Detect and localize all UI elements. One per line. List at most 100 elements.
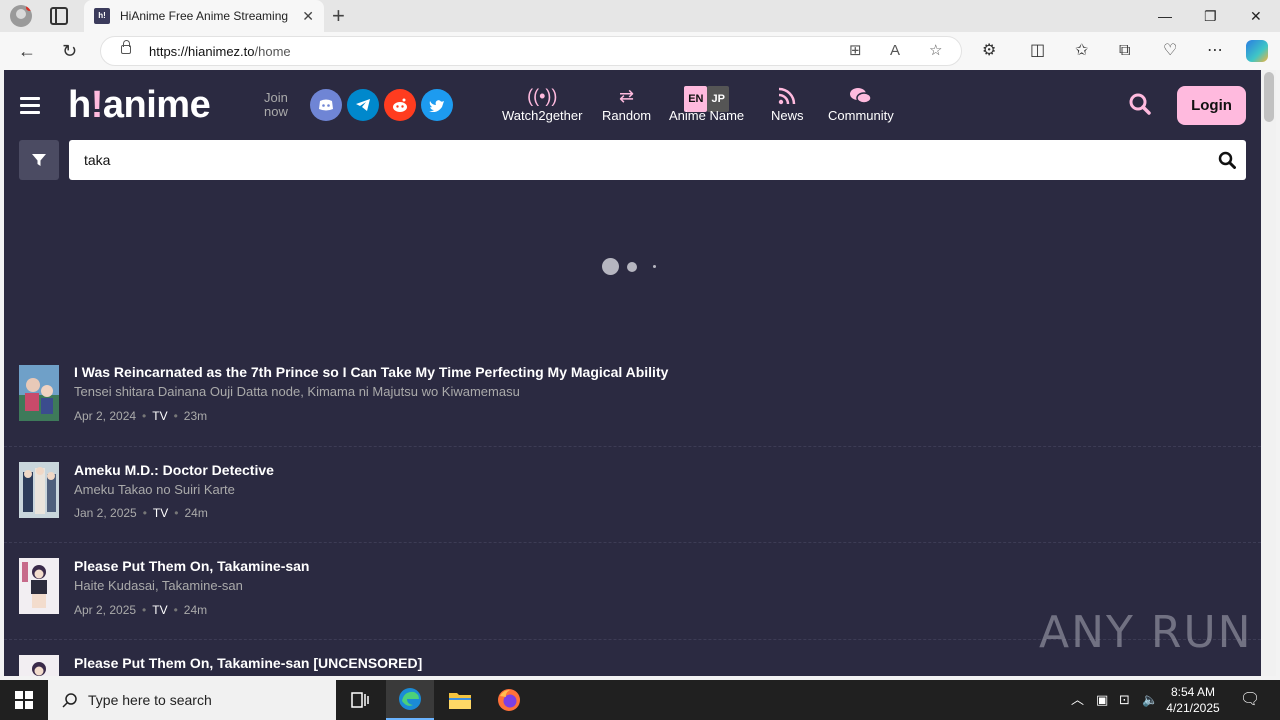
url-host: https://hianimez.to [149, 44, 255, 59]
search-submit-icon[interactable] [1218, 151, 1236, 174]
windows-taskbar: Type here to search ︿ ▣ ⊡ 🔈 8:54 AM 4/21… [0, 680, 1280, 720]
reddit-icon[interactable] [384, 89, 416, 121]
twitter-icon[interactable] [421, 89, 453, 121]
result-title[interactable]: Ameku M.D.: Doctor Detective [74, 462, 274, 478]
notification-center-icon[interactable]: 🗨 [1240, 691, 1260, 709]
back-icon[interactable]: ← [18, 41, 36, 61]
result-duration: 24m [183, 603, 208, 617]
file-explorer-icon[interactable] [436, 680, 484, 720]
nav-random-label: Random [602, 108, 652, 123]
tab-favicon-icon: h! [94, 8, 110, 24]
result-date: Apr 2, 2024 [74, 409, 137, 423]
result-meta: Apr 2, 2025 • TV • 24m [74, 603, 208, 617]
browser-toolbar: ← ↻ https://hianimez.to/home ⊞ A ☆ ⚙ ◫ ✩… [0, 32, 1280, 70]
filter-icon [32, 154, 46, 166]
tab-actions-icon[interactable] [50, 7, 68, 25]
search-result-item[interactable]: Ameku M.D.: Doctor Detective Ameku Takao… [4, 447, 1261, 543]
extensions-icon[interactable]: ⚙ [982, 41, 996, 61]
result-poster[interactable] [19, 655, 59, 676]
filter-button[interactable] [19, 140, 59, 180]
result-type: TV [152, 603, 168, 617]
task-view-icon[interactable] [336, 680, 384, 720]
search-input-value[interactable]: taka [84, 152, 110, 168]
nav-anime-name-toggle[interactable]: EN JP Anime Name [669, 84, 744, 123]
notification-dot [26, 5, 32, 11]
address-bar[interactable]: https://hianimez.to/home ⊞ A ☆ [100, 36, 962, 66]
volume-icon[interactable]: 🔈 [1142, 691, 1158, 709]
rss-icon [771, 84, 804, 108]
lock-icon[interactable] [121, 40, 131, 54]
tray-chevron-icon[interactable]: ︿ [1071, 691, 1084, 709]
profile-avatar[interactable] [10, 5, 32, 27]
copilot-icon[interactable] [1246, 40, 1268, 62]
url-text: https://hianimez.to/home [149, 44, 291, 59]
result-meta: Jan 2, 2025 • TV • 24m [74, 506, 208, 520]
telegram-icon[interactable] [347, 89, 379, 121]
browser-tab-active[interactable]: h! HiAnime Free Anime Streaming H ✕ [84, 0, 324, 32]
result-type: TV [152, 409, 168, 423]
result-alt-title: Haite Kudasai, Takamine-san [74, 578, 243, 593]
taskbar-clock[interactable]: 8:54 AM 4/21/2025 [1158, 684, 1228, 716]
refresh-icon[interactable]: ↻ [62, 41, 77, 61]
anyrun-watermark: ANY RUN [1039, 607, 1253, 658]
login-button[interactable]: Login [1177, 86, 1246, 125]
web-page: h!anime Join now ((•)) Watch2gether ⇄ Ran… [4, 70, 1261, 676]
minimize-icon[interactable]: — [1158, 6, 1172, 26]
windows-start-icon[interactable] [15, 691, 33, 709]
result-title[interactable]: Please Put Them On, Takamine-san [74, 558, 309, 574]
scrollbar-thumb[interactable] [1264, 72, 1274, 122]
result-meta: Apr 2, 2024 • TV • 23m [74, 409, 208, 423]
nav-anime-name-label: Anime Name [669, 108, 745, 123]
page-scrollbar[interactable] [1261, 70, 1276, 676]
nav-news-label: News [771, 108, 804, 123]
nav-random[interactable]: ⇄ Random [602, 84, 651, 123]
shuffle-icon: ⇄ [619, 86, 635, 106]
close-window-icon[interactable]: ✕ [1250, 6, 1262, 26]
result-poster[interactable] [19, 462, 59, 518]
clock-time: 8:54 AM [1170, 685, 1216, 699]
search-icon[interactable] [1129, 93, 1151, 120]
nav-watch2gether[interactable]: ((•)) Watch2gether [502, 84, 582, 123]
language-toggle[interactable]: EN JP [669, 84, 744, 112]
app-available-icon[interactable]: ⊞ [849, 42, 862, 60]
taskbar-search-box[interactable]: Type here to search [48, 680, 336, 720]
result-alt-title: Ameku Takao no Suiri Karte [74, 482, 235, 497]
network-icon[interactable]: ⊡ [1119, 691, 1130, 709]
edge-taskbar-icon[interactable] [386, 680, 434, 720]
meet-now-icon[interactable]: ▣ [1096, 691, 1108, 709]
result-date: Apr 2, 2025 [74, 603, 137, 617]
nav-watch2gether-label: Watch2gether [502, 108, 583, 123]
more-menu-icon[interactable]: ⋯ [1207, 41, 1223, 61]
menu-icon[interactable] [20, 97, 40, 114]
collections-icon[interactable]: ⧉ [1119, 41, 1130, 61]
tab-close-icon[interactable]: ✕ [302, 8, 314, 24]
nav-news[interactable]: News [771, 84, 804, 123]
search-result-item[interactable]: I Was Reincarnated as the 7th Prince so … [4, 355, 1261, 447]
favorite-star-icon[interactable]: ☆ [929, 42, 942, 60]
broadcast-icon: ((•)) [527, 86, 558, 106]
nav-community[interactable]: Community [828, 84, 894, 123]
result-title[interactable]: I Was Reincarnated as the 7th Prince so … [74, 364, 668, 380]
site-logo[interactable]: h!anime [68, 84, 211, 127]
search-input[interactable]: taka [69, 140, 1246, 180]
taskbar-search-icon [62, 693, 77, 708]
result-poster[interactable] [19, 365, 59, 421]
browser-essentials-icon[interactable]: ♡ [1163, 41, 1177, 61]
chat-bubbles-icon [828, 84, 894, 108]
result-poster[interactable] [19, 558, 59, 614]
new-tab-icon[interactable]: + [332, 4, 345, 28]
browser-titlebar: h! HiAnime Free Anime Streaming H ✕ + — … [0, 0, 1280, 32]
result-date: Jan 2, 2025 [74, 506, 137, 520]
result-title[interactable]: Please Put Them On, Takamine-san [UNCENS… [74, 655, 422, 671]
firefox-icon[interactable] [485, 680, 533, 720]
result-duration: 24m [184, 506, 208, 520]
join-now-label: Join now [264, 90, 288, 119]
clock-date: 4/21/2025 [1166, 701, 1220, 715]
nav-community-label: Community [828, 108, 894, 123]
favorites-icon[interactable]: ✩ [1075, 41, 1088, 61]
discord-icon[interactable] [310, 89, 342, 121]
split-screen-icon[interactable]: ◫ [1030, 41, 1045, 61]
url-path: /home [254, 44, 291, 59]
read-aloud-icon[interactable]: A [890, 42, 900, 60]
restore-icon[interactable]: ❐ [1204, 6, 1217, 26]
